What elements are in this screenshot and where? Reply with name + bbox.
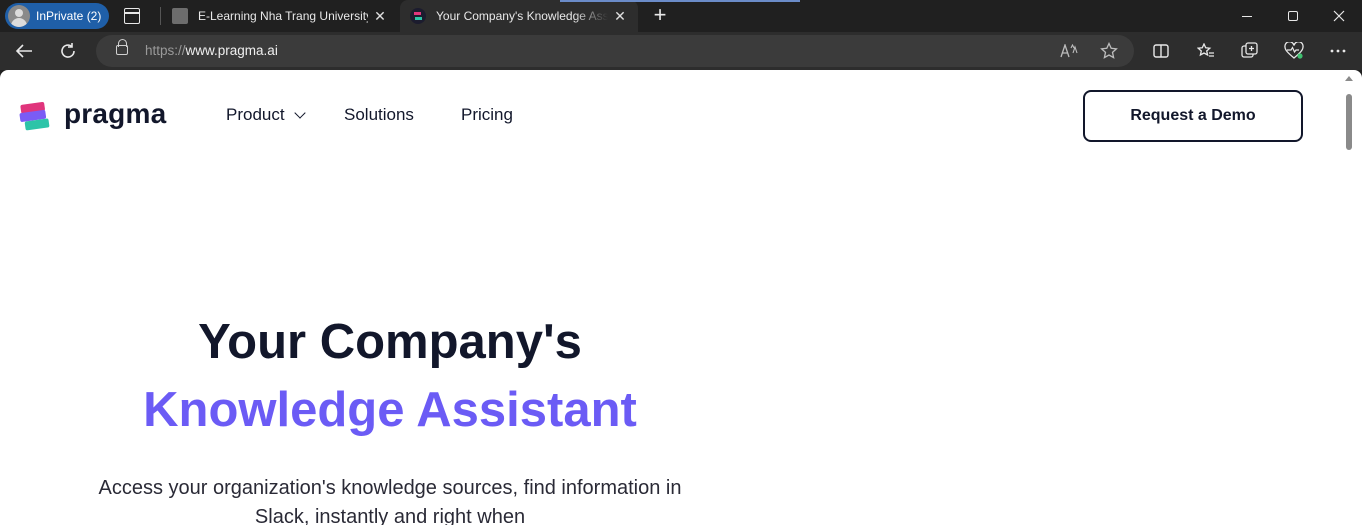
back-button[interactable] <box>9 36 39 66</box>
chevron-down-icon <box>293 107 306 119</box>
back-arrow-icon <box>15 44 32 58</box>
tab-close-icon[interactable]: ✕ <box>368 8 392 25</box>
split-screen-button[interactable] <box>1146 36 1176 66</box>
favorites-list-icon <box>1197 43 1214 57</box>
nav-product[interactable]: Product <box>226 105 306 125</box>
tab-title: E-Learning Nha Trang University <box>198 9 368 23</box>
favorites-button[interactable] <box>1191 36 1221 66</box>
minimize-icon <box>1242 15 1252 17</box>
pragma-favicon-icon <box>410 8 426 24</box>
nav-solutions[interactable]: Solutions <box>344 105 414 125</box>
nav-pricing[interactable]: Pricing <box>461 105 513 125</box>
tab-pragma-active[interactable]: Your Company's Knowledge Assistant ✕ <box>400 0 800 32</box>
read-aloud-icon[interactable] <box>1058 40 1080 62</box>
heart-pulse-icon <box>1284 42 1304 59</box>
lock-icon[interactable] <box>116 39 128 55</box>
new-tab-button[interactable]: + <box>648 4 672 28</box>
tab-elearning[interactable]: E-Learning Nha Trang University ✕ <box>162 0 398 32</box>
split-screen-icon <box>1153 44 1169 58</box>
brand-name[interactable]: pragma <box>64 98 166 130</box>
favorite-star-icon[interactable] <box>1098 40 1120 62</box>
tab-close-icon[interactable]: ✕ <box>608 8 632 25</box>
pragma-logo-icon[interactable] <box>18 100 54 134</box>
inprivate-label: InPrivate (2) <box>36 9 102 23</box>
request-demo-button[interactable]: Request a Demo <box>1083 90 1303 142</box>
refresh-icon <box>61 43 75 58</box>
tab-actions-icon[interactable] <box>124 8 140 24</box>
close-icon <box>1333 10 1345 22</box>
browser-toolbar: https://www.pragma.ai <box>0 32 1362 70</box>
nav-product-label: Product <box>226 105 285 124</box>
minimize-button[interactable] <box>1224 0 1270 32</box>
close-window-button[interactable] <box>1316 0 1362 32</box>
hero-title-line1: Your Company's <box>198 315 582 369</box>
settings-more-button[interactable] <box>1323 36 1353 66</box>
refresh-button[interactable] <box>53 36 83 66</box>
web-page: pragma Product Solutions Pricing Request… <box>0 70 1362 525</box>
tab-strip: InPrivate (2) E-Learning Nha Trang Unive… <box>0 0 1362 32</box>
url-scheme: https:// <box>145 43 186 58</box>
elearning-favicon-icon <box>172 8 188 24</box>
more-dots-icon <box>1330 49 1346 53</box>
url-text[interactable]: https://www.pragma.ai <box>145 43 278 58</box>
address-bar[interactable]: https://www.pragma.ai <box>96 35 1134 67</box>
tab-divider <box>160 7 161 25</box>
profile-avatar-icon <box>8 5 30 27</box>
url-host: www.pragma.ai <box>185 43 278 58</box>
inprivate-profile-button[interactable]: InPrivate (2) <box>5 3 109 29</box>
collections-button[interactable] <box>1235 36 1265 66</box>
hero-subtitle: Access your organization's knowledge sou… <box>98 477 682 525</box>
hero-title-line2: Knowledge Assistant <box>143 383 637 437</box>
scrollbar-thumb[interactable] <box>1346 94 1352 150</box>
restore-icon <box>1288 11 1298 21</box>
tab-title: Your Company's Knowledge Assistant <box>436 9 608 23</box>
restore-button[interactable] <box>1270 0 1316 32</box>
browser-essentials-button[interactable] <box>1279 36 1309 66</box>
scroll-up-arrow-icon[interactable] <box>1345 76 1353 81</box>
collections-icon <box>1241 42 1258 58</box>
